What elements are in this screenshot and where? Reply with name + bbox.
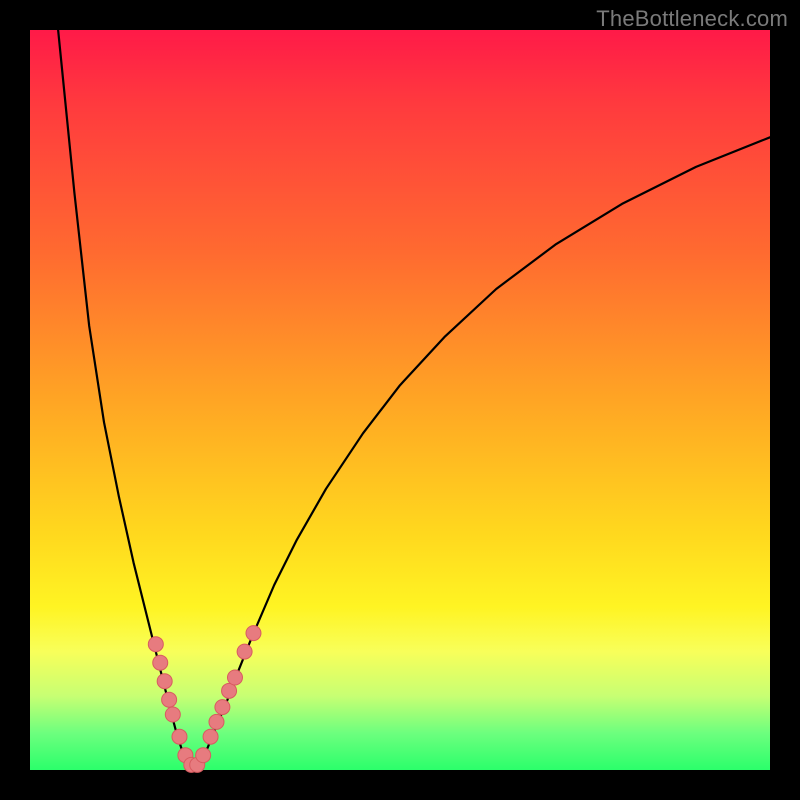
highlight-dot	[203, 729, 218, 744]
highlight-dots-group	[148, 626, 261, 773]
highlight-dot	[172, 729, 187, 744]
highlight-dot	[246, 626, 261, 641]
watermark-text: TheBottleneck.com	[596, 6, 788, 32]
highlight-dot	[162, 692, 177, 707]
highlight-dot	[222, 683, 237, 698]
highlight-dot	[165, 707, 180, 722]
highlight-dot	[215, 700, 230, 715]
chart-frame: TheBottleneck.com	[0, 0, 800, 800]
highlight-dot	[157, 674, 172, 689]
highlight-dot	[209, 714, 224, 729]
highlight-dot	[153, 655, 168, 670]
highlight-dot	[237, 644, 252, 659]
highlight-dot	[227, 670, 242, 685]
highlight-dot	[148, 637, 163, 652]
highlight-dot	[196, 748, 211, 763]
plot-area	[30, 30, 770, 770]
chart-svg	[30, 30, 770, 770]
